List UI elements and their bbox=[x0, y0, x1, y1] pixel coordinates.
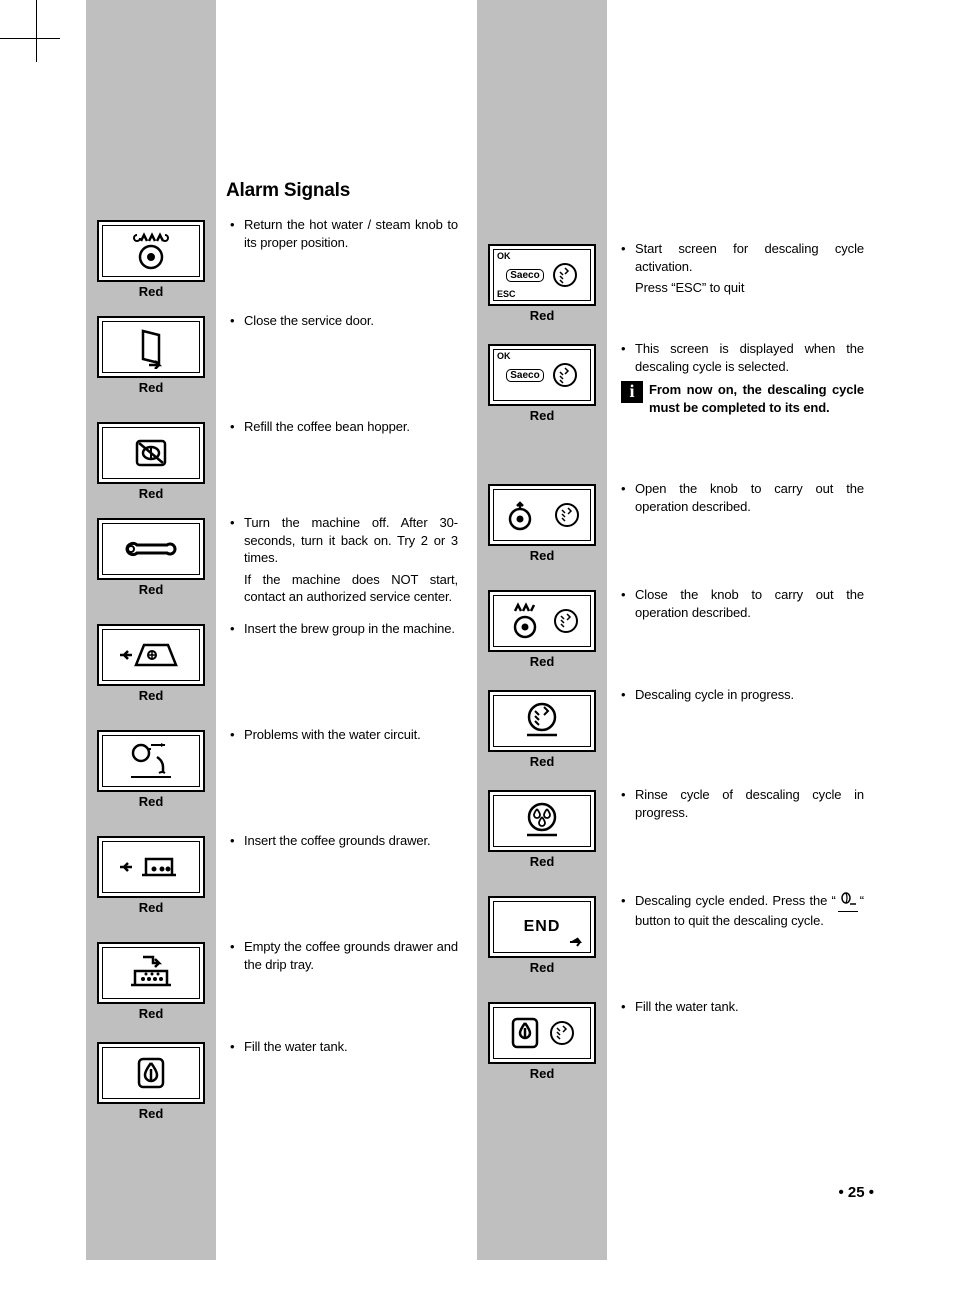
alarm-text: Close the service door. bbox=[230, 312, 458, 330]
lcd-grounds-drawer-icon bbox=[97, 836, 205, 898]
alarm-text: Return the hot water / steam knob to its… bbox=[230, 216, 458, 251]
red-label: Red bbox=[530, 654, 555, 669]
red-label: Red bbox=[139, 582, 164, 597]
red-label: Red bbox=[139, 1006, 164, 1021]
red-label: Red bbox=[139, 900, 164, 915]
lcd-descale-progress-icon bbox=[488, 690, 596, 752]
alarm-row: Red Empty the coffee grounds drawer and … bbox=[86, 938, 466, 1038]
red-label: Red bbox=[530, 548, 555, 563]
alarm-row: Red Close the service door. bbox=[86, 312, 466, 418]
red-label: Red bbox=[139, 284, 164, 299]
alarm-row: Red Insert the brew group in the machine… bbox=[86, 620, 466, 726]
alarm-text: Open the knob to carry out the operation… bbox=[621, 480, 864, 515]
right-column: OK ESC Saeco Red Start screen for descal… bbox=[477, 240, 872, 1094]
red-label: Red bbox=[139, 380, 164, 395]
alarm-text-extra: If the machine does NOT start, contact a… bbox=[230, 571, 458, 606]
alarm-text: Fill the water tank. bbox=[230, 1038, 458, 1056]
alarm-row: Red Return the hot water / steam knob to… bbox=[86, 216, 466, 312]
alarm-text: Rinse cycle of descaling cycle in progre… bbox=[621, 786, 864, 821]
info-icon: i bbox=[621, 381, 643, 403]
lcd-rinse-cycle-icon bbox=[488, 790, 596, 852]
alarm-text: Insert the brew group in the machine. bbox=[230, 620, 458, 638]
lcd-descale-start-icon: OK ESC Saeco bbox=[488, 244, 596, 306]
important-note: i From now on, the descaling cycle must … bbox=[621, 381, 864, 416]
alarm-text: Close the knob to carry out the operatio… bbox=[621, 586, 864, 621]
lcd-steam-knob-icon bbox=[97, 220, 205, 282]
lcd-empty-grounds-icon bbox=[97, 942, 205, 1004]
lcd-close-knob-icon bbox=[488, 590, 596, 652]
red-label: Red bbox=[530, 960, 555, 975]
lcd-bean-hopper-icon bbox=[97, 422, 205, 484]
red-label: Red bbox=[139, 1106, 164, 1121]
alarm-row: Red Fill the water tank. bbox=[477, 998, 872, 1094]
lcd-service-door-icon bbox=[97, 316, 205, 378]
alarm-text: Turn the machine off. After 30-seconds, … bbox=[230, 514, 458, 567]
alarm-text: This screen is displayed when the descal… bbox=[621, 340, 864, 375]
alarm-row: Red Close the knob to carry out the oper… bbox=[477, 586, 872, 686]
lcd-water-tank-descale-icon bbox=[488, 1002, 596, 1064]
alarm-text: Descaling cycle in progress. bbox=[621, 686, 864, 704]
lcd-water-tank-icon bbox=[97, 1042, 205, 1104]
alarm-text: Problems with the water circuit. bbox=[230, 726, 458, 744]
alarm-text: Start screen for descaling cycle activat… bbox=[621, 240, 864, 275]
red-label: Red bbox=[530, 408, 555, 423]
lcd-descale-selected-icon: OK Saeco bbox=[488, 344, 596, 406]
left-column: Alarm Signals Red Return the hot water /… bbox=[86, 180, 466, 1134]
alarm-row: Red Open the knob to carry out the opera… bbox=[477, 480, 872, 586]
lcd-brew-group-icon bbox=[97, 624, 205, 686]
lcd-wrench-icon bbox=[97, 518, 205, 580]
alarm-row: Red Refill the coffee bean hopper. bbox=[86, 418, 466, 514]
red-label: Red bbox=[530, 854, 555, 869]
alarm-row: Red Problems with the water circuit. bbox=[86, 726, 466, 832]
lcd-end-icon: END bbox=[488, 896, 596, 958]
alarm-text: Empty the coffee grounds drawer and the … bbox=[230, 938, 458, 973]
section-title: Alarm Signals bbox=[226, 180, 466, 202]
alarm-row: Red Descaling cycle in progress. bbox=[477, 686, 872, 786]
alarm-row: OK Saeco Red This screen is displayed wh… bbox=[477, 340, 872, 480]
alarm-row: END Red Descaling cycle ended. Press the… bbox=[477, 892, 872, 998]
red-label: Red bbox=[530, 754, 555, 769]
red-label: Red bbox=[139, 688, 164, 703]
alarm-row: Red Rinse cycle of descaling cycle in pr… bbox=[477, 786, 872, 892]
lcd-water-circuit-icon bbox=[97, 730, 205, 792]
alarm-text: Insert the coffee grounds drawer. bbox=[230, 832, 458, 850]
red-label: Red bbox=[530, 308, 555, 323]
red-label: Red bbox=[139, 486, 164, 501]
lcd-open-knob-icon bbox=[488, 484, 596, 546]
bean-button-icon bbox=[838, 892, 858, 912]
red-label: Red bbox=[530, 1066, 555, 1081]
alarm-text-extra: Press “ESC” to quit bbox=[621, 279, 864, 297]
alarm-text: Descaling cycle ended. Press the ““ butt… bbox=[621, 892, 864, 929]
alarm-text: Fill the water tank. bbox=[621, 998, 864, 1016]
alarm-row: Red Fill the water tank. bbox=[86, 1038, 466, 1134]
red-label: Red bbox=[139, 794, 164, 809]
alarm-row: OK ESC Saeco Red Start screen for descal… bbox=[477, 240, 872, 340]
alarm-text: Refill the coffee bean hopper. bbox=[230, 418, 458, 436]
alarm-row: Red Insert the coffee grounds drawer. bbox=[86, 832, 466, 938]
alarm-row: Red Turn the machine off. After 30-secon… bbox=[86, 514, 466, 620]
page-number: • 25 • bbox=[838, 1184, 874, 1201]
